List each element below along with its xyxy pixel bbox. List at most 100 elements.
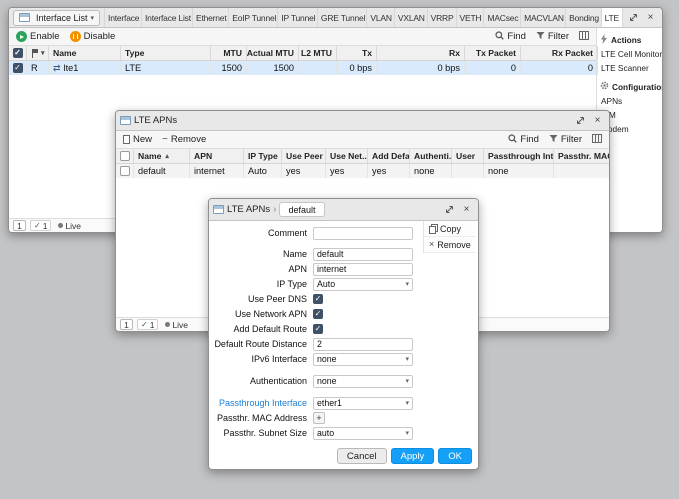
live-toggle[interactable]: Live <box>162 319 191 330</box>
live-toggle[interactable]: Live <box>55 220 84 231</box>
new-button[interactable]: New <box>119 131 156 148</box>
tab-macvlan[interactable]: MACVLAN <box>521 8 567 27</box>
tab-gre-tunnel[interactable]: GRE Tunnel <box>318 8 368 27</box>
interface-list-titlebar: Interface List ▾ Interface Interface Lis… <box>9 8 662 28</box>
columns-button[interactable] <box>588 131 606 148</box>
apn-row-default[interactable]: default internet Auto yes yes yes none n… <box>116 164 609 178</box>
passthr-mac-add-button[interactable]: + <box>313 412 325 424</box>
tab-eoip-tunnel[interactable]: EoIP Tunnel <box>229 8 279 27</box>
row-mtu: 1500 <box>211 61 247 75</box>
column-passthrough-interface[interactable]: Passthrough Interf... <box>484 149 554 163</box>
default-route-distance-input[interactable] <box>313 337 413 351</box>
ip-type-label: IP Type <box>276 279 307 289</box>
use-network-apn-checkbox[interactable]: ✓ <box>313 309 323 319</box>
chevron-down-icon: ▾ <box>90 14 95 22</box>
popout-icon[interactable] <box>626 10 641 25</box>
find-button[interactable]: Find <box>504 131 542 148</box>
table-row-lte1[interactable]: ✓ R ⇄ lte1 LTE 1500 1500 0 bps 0 bps 0 0 <box>9 61 598 75</box>
columns-button[interactable] <box>575 28 593 45</box>
column-rx-packet[interactable]: Rx Packet <box>521 46 598 60</box>
column-actual-mtu[interactable]: Actual MTU <box>247 46 299 60</box>
passthrough-interface-select[interactable]: ether1 ▾ <box>313 396 413 410</box>
window-title: LTE APNs <box>227 204 271 215</box>
filter-button[interactable]: Filter <box>532 28 573 45</box>
row-passthr-mac <box>554 164 609 178</box>
tab-bonding[interactable]: Bonding <box>566 8 602 27</box>
tab-vrrp[interactable]: VRRP <box>428 8 457 27</box>
chevron-down-icon: ▾ <box>405 400 409 407</box>
check-icon: ✓ <box>141 319 148 329</box>
column-tx[interactable]: Tx <box>337 46 377 60</box>
window-controls: × <box>626 10 658 25</box>
tab-vxlan[interactable]: VXLAN <box>395 8 428 27</box>
popout-icon[interactable] <box>573 113 588 128</box>
remove-button[interactable]: − Remove <box>158 131 210 148</box>
lte-apns-titlebar: LTE APNs × <box>116 111 609 131</box>
enable-button[interactable]: Enable <box>12 28 64 45</box>
column-apn[interactable]: APN <box>190 149 244 163</box>
column-add-default-route[interactable]: Add Defa... <box>368 149 410 163</box>
row-name: default <box>134 164 190 178</box>
column-rx[interactable]: Rx <box>377 46 465 60</box>
popout-icon[interactable] <box>442 202 457 217</box>
column-use-peer-dns[interactable]: Use Peer ... <box>282 149 326 163</box>
window-menu-button[interactable]: Interface List ▾ <box>13 9 101 26</box>
row-l2-mtu <box>299 61 337 75</box>
close-icon[interactable]: × <box>643 10 658 25</box>
tab-vlan[interactable]: VLAN <box>367 8 395 27</box>
row-checkbox[interactable]: ✓ <box>12 63 23 73</box>
name-input[interactable] <box>313 247 413 261</box>
close-icon[interactable]: × <box>459 202 474 217</box>
sidebar-item-apns[interactable]: APNs <box>600 94 662 108</box>
passthr-subnet-size-select[interactable]: auto ▾ <box>313 426 413 440</box>
apns-toolbar: New − Remove Find Filter <box>116 131 609 149</box>
column-mtu[interactable]: MTU <box>211 46 247 60</box>
tab-macsec[interactable]: MACsec <box>484 8 522 27</box>
close-icon[interactable]: × <box>590 113 605 128</box>
column-use-network-apn[interactable]: Use Net... <box>326 149 368 163</box>
sidebar-item-lte-cell-monitor[interactable]: LTE Cell Monitor <box>600 47 662 61</box>
tab-lte[interactable]: LTE <box>601 8 623 27</box>
select-all-checkbox[interactable]: ✓ <box>12 48 23 58</box>
column-flags[interactable]: ▾ <box>27 46 49 60</box>
apply-button[interactable]: Apply <box>390 448 435 464</box>
select-all-checkbox[interactable] <box>119 151 130 161</box>
page-number-button[interactable]: 1 <box>13 220 26 231</box>
apn-input[interactable] <box>313 262 413 276</box>
chevron-down-icon: ▾ <box>405 281 409 288</box>
tab-interface-list[interactable]: Interface List <box>142 8 193 27</box>
column-name[interactable]: Name <box>49 46 121 60</box>
column-user[interactable]: User <box>452 149 484 163</box>
tab-ethernet[interactable]: Ethernet <box>193 8 230 27</box>
column-l2-mtu[interactable]: L2 MTU <box>299 46 337 60</box>
tab-veth[interactable]: VETH <box>457 8 485 27</box>
disable-button[interactable]: Disable <box>66 28 120 45</box>
default-route-distance-label: Default Route Distance <box>214 339 307 349</box>
add-default-route-checkbox[interactable]: ✓ <box>313 324 323 334</box>
comment-input[interactable] <box>313 226 413 240</box>
row-authentication: none <box>410 164 452 178</box>
tab-interface[interactable]: Interface <box>104 8 143 27</box>
columns-icon <box>592 133 602 146</box>
column-name[interactable]: Name ▴ <box>134 149 190 163</box>
column-authentication[interactable]: Authenti... <box>410 149 452 163</box>
filter-button[interactable]: Filter <box>545 131 586 148</box>
tab-ip-tunnel[interactable]: IP Tunnel <box>278 8 318 27</box>
find-button[interactable]: Find <box>491 28 529 45</box>
authentication-select[interactable]: none ▾ <box>313 374 413 388</box>
tab-default[interactable]: default <box>279 202 325 217</box>
page-number-button[interactable]: 1 <box>120 319 133 330</box>
row-checkbox[interactable] <box>119 166 130 176</box>
cancel-button[interactable]: Cancel <box>336 448 387 464</box>
name-label: Name <box>282 249 307 259</box>
column-passthr-mac[interactable]: Passthr. MAC A... <box>554 149 609 163</box>
column-ip-type[interactable]: IP Type <box>244 149 282 163</box>
use-peer-dns-checkbox[interactable]: ✓ <box>313 294 323 304</box>
ip-type-select[interactable]: Auto ▾ <box>313 277 413 291</box>
ok-button[interactable]: OK <box>438 448 472 464</box>
column-tx-packet[interactable]: Tx Packet <box>465 46 521 60</box>
row-rx: 0 bps <box>377 61 465 75</box>
column-type[interactable]: Type <box>121 46 211 60</box>
ipv6-interface-select[interactable]: none ▾ <box>313 352 413 366</box>
sidebar-item-lte-scanner[interactable]: LTE Scanner <box>600 61 662 75</box>
